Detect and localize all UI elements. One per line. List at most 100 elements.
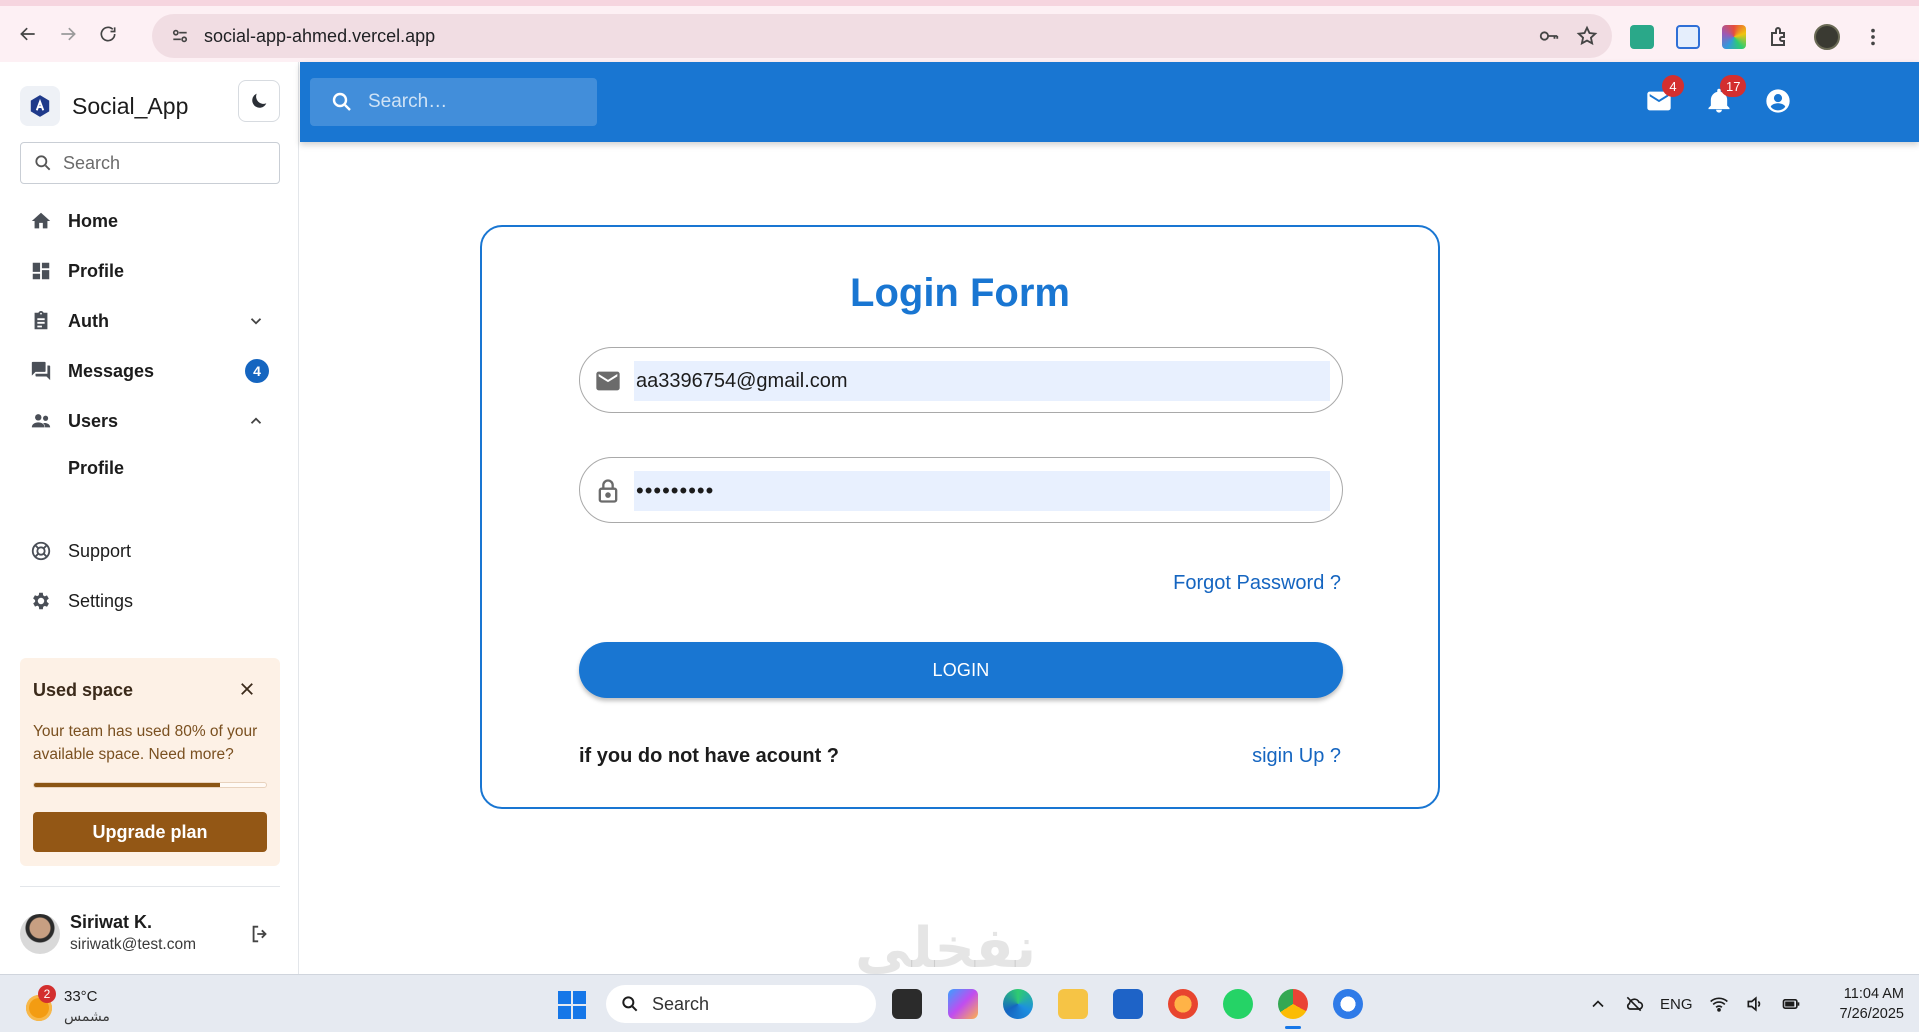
weather-description: مشمس [64, 1008, 110, 1024]
sidebar-item-label: Support [68, 540, 132, 561]
mail-icon [596, 371, 620, 391]
system-tray: ENG [1588, 989, 1801, 1019]
sidebar-item-label: Auth [68, 310, 109, 331]
arrow-right-icon [61, 27, 76, 41]
sidebar-item-settings[interactable]: Settings [0, 576, 299, 626]
sidebar-item-label: Users [68, 410, 119, 431]
mail-count-badge: 4 [1662, 75, 1684, 97]
chevron-down-icon[interactable] [247, 312, 265, 330]
forum-icon [30, 360, 52, 382]
chrome-icon[interactable] [1278, 989, 1308, 1029]
weather-widget[interactable]: 2 33°C مشمس [24, 983, 164, 1025]
language-indicator[interactable]: ENG [1660, 996, 1693, 1013]
password-field[interactable] [579, 457, 1343, 523]
clock-date: 7/26/2025 [1839, 1006, 1904, 1022]
no-account-text: if you do not have acount ? [579, 745, 839, 767]
used-space-card: Used space Your team has used 80% of you… [20, 658, 280, 866]
app-header: 4 17 [300, 62, 1919, 142]
wifi-icon[interactable] [1709, 994, 1729, 1014]
password-input[interactable] [634, 471, 1330, 511]
account-button[interactable] [1761, 84, 1795, 118]
mail-button[interactable]: 4 [1642, 75, 1684, 118]
browser-toolbar: social-app-ahmed.vercel.app [0, 0, 1919, 62]
windows-start-icon[interactable] [558, 991, 586, 1019]
sidebar-item-label: Messages [68, 360, 155, 381]
support-icon [30, 540, 52, 562]
taskbar-search-label: Search [652, 993, 710, 1014]
used-space-title: Used space [33, 680, 134, 700]
forward-button[interactable] [48, 14, 88, 54]
edge-icon[interactable] [1003, 989, 1033, 1019]
battery-icon[interactable] [1781, 994, 1801, 1014]
sidebar-item-auth[interactable]: Auth [0, 296, 299, 346]
firefox-icon[interactable] [1168, 989, 1198, 1019]
extension-reader-icon[interactable] [1676, 25, 1700, 49]
password-key-icon[interactable] [1538, 25, 1560, 47]
brand[interactable]: Social_App [20, 86, 188, 126]
signup-link[interactable]: sigin Up ? [1252, 745, 1341, 768]
login-button[interactable]: LOGIN [579, 642, 1343, 698]
email-input[interactable] [634, 361, 1330, 401]
header-search[interactable] [310, 78, 597, 126]
file-explorer-icon[interactable] [1058, 989, 1088, 1019]
search-icon [622, 996, 638, 1012]
logout-icon [252, 925, 267, 943]
avatar[interactable] [20, 914, 60, 954]
app-icon[interactable] [1333, 989, 1363, 1019]
header-search-input[interactable] [368, 91, 588, 113]
bookmark-star-icon[interactable] [1576, 25, 1598, 47]
page-title: Login Form [850, 271, 1070, 315]
browser-menu-icon[interactable] [1862, 26, 1884, 48]
used-space-progress [33, 782, 267, 788]
home-icon [30, 210, 52, 232]
sidebar-item-label: Settings [68, 590, 134, 611]
cloud-offline-icon[interactable] [1624, 994, 1644, 1014]
sidebar-item-home[interactable]: Home [0, 196, 299, 246]
taskbar: 2 33°C مشمس Search ENG 11:04 AM 7/26/202… [0, 974, 1919, 1032]
sidebar-item-support[interactable]: Support [0, 526, 299, 576]
logout-button[interactable] [246, 920, 274, 948]
extension-colorful-icon[interactable] [1722, 25, 1746, 49]
chevron-up-icon[interactable] [1588, 994, 1608, 1014]
site-info-icon[interactable] [170, 26, 190, 46]
reload-button[interactable] [88, 14, 128, 54]
divider [20, 886, 280, 887]
forgot-password-link[interactable]: Forgot Password ? [1173, 572, 1341, 595]
url-text[interactable]: social-app-ahmed.vercel.app [204, 26, 435, 47]
sidebar-search-input[interactable] [63, 152, 263, 174]
sidebar-search[interactable] [20, 142, 280, 184]
address-bar[interactable]: social-app-ahmed.vercel.app [152, 14, 1612, 58]
close-icon[interactable] [234, 676, 260, 702]
chevron-up-icon[interactable] [247, 412, 265, 430]
people-icon [30, 410, 52, 432]
sidebar-item-profile[interactable]: Profile [0, 246, 299, 296]
theme-toggle-button[interactable] [238, 80, 280, 122]
current-user: Siriwat K. siriwatk@test.com [20, 908, 280, 958]
whatsapp-icon[interactable] [1223, 989, 1253, 1019]
volume-icon[interactable] [1745, 994, 1765, 1014]
extensions-puzzle-icon[interactable] [1768, 25, 1792, 49]
sidebar-item-label: Home [68, 210, 119, 231]
browser-profile-avatar[interactable] [1814, 24, 1840, 50]
watermark: نفخلي [855, 916, 1037, 981]
store-icon[interactable] [1113, 989, 1143, 1019]
taskbar-search[interactable]: Search [606, 985, 876, 1023]
copilot-icon[interactable] [948, 989, 978, 1019]
notifications-button[interactable]: 17 [1702, 75, 1747, 118]
back-button[interactable] [8, 14, 48, 54]
task-view-icon[interactable] [892, 989, 922, 1019]
extension-translate-icon[interactable] [1630, 25, 1654, 49]
sidebar-item-users[interactable]: Users [0, 396, 299, 446]
lock-icon [598, 479, 618, 503]
sidebar-subitem-users-profile[interactable]: Profile [0, 446, 299, 490]
upgrade-plan-button[interactable]: Upgrade plan [33, 812, 267, 852]
user-name: Siriwat K. [70, 912, 153, 932]
app-logo-icon [20, 86, 60, 126]
sidebar-item-messages[interactable]: Messages 4 [0, 346, 299, 396]
reload-icon [100, 26, 116, 42]
email-field[interactable] [579, 347, 1343, 413]
brand-name: Social_App [72, 92, 189, 119]
search-icon [332, 92, 351, 111]
taskbar-clock[interactable]: 11:04 AM 7/26/2025 [1824, 984, 1904, 1024]
sidebar-item-label: Profile [68, 260, 125, 281]
